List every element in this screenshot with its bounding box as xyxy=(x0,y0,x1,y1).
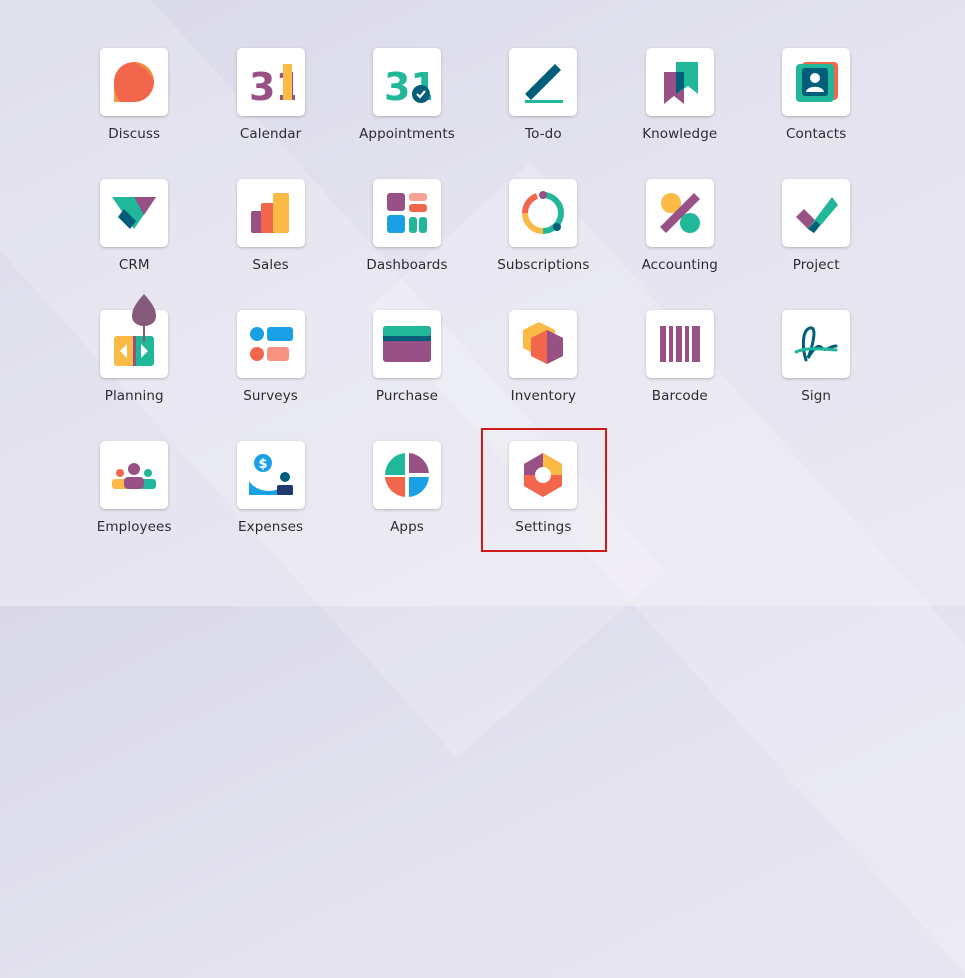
expenses-icon: $ xyxy=(248,454,293,495)
app-label: Subscriptions xyxy=(497,257,590,273)
app-label: Sign xyxy=(801,388,832,404)
app-tile[interactable]: 31 xyxy=(372,48,441,116)
app-purchase[interactable]: Purchase xyxy=(339,310,475,441)
appointments-icon: 31 xyxy=(384,65,431,106)
apps-icon xyxy=(384,453,429,497)
app-todo[interactable]: To-do xyxy=(475,48,611,179)
app-label: Settings xyxy=(515,519,572,535)
employees-icon xyxy=(112,463,157,489)
app-inventory[interactable]: Inventory xyxy=(475,310,611,441)
app-label: Employees xyxy=(96,519,172,535)
app-label: Expenses xyxy=(238,519,304,535)
app-label: Sales xyxy=(252,257,289,273)
inventory-icon xyxy=(523,322,564,364)
app-tile[interactable] xyxy=(645,179,714,247)
app-tile[interactable] xyxy=(509,310,578,378)
app-label: Purchase xyxy=(375,388,439,404)
accounting-icon xyxy=(659,193,700,233)
app-sign[interactable]: Sign xyxy=(748,310,884,441)
app-label: Calendar xyxy=(239,126,302,142)
app-sales[interactable]: Sales xyxy=(202,179,338,310)
app-label: Appointments xyxy=(359,126,455,142)
app-apps[interactable]: Apps xyxy=(339,441,475,572)
barcode-icon xyxy=(659,326,700,362)
app-tile[interactable] xyxy=(372,441,441,509)
app-tile[interactable] xyxy=(782,179,851,247)
app-grid: Discuss 31 Calendar 31 Appointments xyxy=(66,48,884,572)
app-label: Project xyxy=(792,257,840,273)
app-tile[interactable] xyxy=(100,294,169,378)
app-label: Discuss xyxy=(108,126,161,142)
subscriptions-icon xyxy=(522,191,565,234)
app-label: Dashboards xyxy=(366,257,448,273)
sign-icon xyxy=(794,326,838,362)
app-barcode[interactable]: Barcode xyxy=(612,310,748,441)
app-tile[interactable] xyxy=(782,48,851,116)
todo-icon xyxy=(525,64,564,103)
sales-icon xyxy=(250,193,289,233)
project-icon xyxy=(796,197,839,233)
app-tile[interactable] xyxy=(509,441,578,509)
app-contacts[interactable]: Contacts xyxy=(748,48,884,179)
app-crm[interactable]: CRM xyxy=(66,179,202,310)
app-discuss[interactable]: Discuss xyxy=(66,48,202,179)
surveys-icon xyxy=(249,327,293,361)
app-employees[interactable]: Employees xyxy=(66,441,202,572)
app-tile[interactable]: $ xyxy=(236,441,305,509)
app-tile[interactable] xyxy=(100,179,169,247)
app-tile[interactable] xyxy=(509,179,578,247)
dollar-sign: $ xyxy=(258,457,267,472)
calendar-icon: 31 xyxy=(249,64,295,106)
app-project[interactable]: Project xyxy=(748,179,884,310)
app-label: To-do xyxy=(525,126,562,142)
app-tile[interactable] xyxy=(645,310,714,378)
app-tile[interactable] xyxy=(782,310,851,378)
app-label: Contacts xyxy=(785,126,847,142)
app-tile[interactable] xyxy=(645,48,714,116)
knowledge-icon xyxy=(663,62,698,104)
app-calendar[interactable]: 31 Calendar xyxy=(202,48,338,179)
contacts-icon xyxy=(796,62,839,102)
app-label: Planning xyxy=(104,388,164,404)
app-label: Knowledge xyxy=(642,126,718,142)
app-surveys[interactable]: Surveys xyxy=(202,310,338,441)
app-label: Accounting xyxy=(641,257,718,273)
app-tile[interactable] xyxy=(100,48,169,116)
app-tile[interactable] xyxy=(236,179,305,247)
app-tile[interactable] xyxy=(372,179,441,247)
app-accounting[interactable]: Accounting xyxy=(612,179,748,310)
purchase-icon xyxy=(382,326,431,362)
app-expenses[interactable]: $ Expenses xyxy=(202,441,338,572)
app-tile[interactable] xyxy=(236,310,305,378)
app-knowledge[interactable]: Knowledge xyxy=(612,48,748,179)
discuss-icon xyxy=(114,62,155,102)
app-tile[interactable] xyxy=(100,441,169,509)
app-tile[interactable] xyxy=(509,48,578,116)
app-label: CRM xyxy=(118,257,150,273)
app-settings[interactable]: Settings xyxy=(475,441,611,572)
app-dashboards[interactable]: Dashboards xyxy=(339,179,475,310)
app-label: Apps xyxy=(390,519,424,535)
dashboards-icon xyxy=(386,193,427,233)
planning-icon xyxy=(114,336,155,366)
app-tile[interactable]: 31 xyxy=(236,48,305,116)
app-tile[interactable] xyxy=(372,310,441,378)
app-subscriptions[interactable]: Subscriptions xyxy=(475,179,611,310)
app-label: Inventory xyxy=(510,388,577,404)
settings-icon xyxy=(524,453,563,497)
app-planning[interactable]: Planning xyxy=(66,294,202,441)
app-label: Surveys xyxy=(243,388,298,404)
app-label: Barcode xyxy=(651,388,708,404)
crm-icon xyxy=(112,197,157,229)
app-appointments[interactable]: 31 Appointments xyxy=(339,48,475,179)
